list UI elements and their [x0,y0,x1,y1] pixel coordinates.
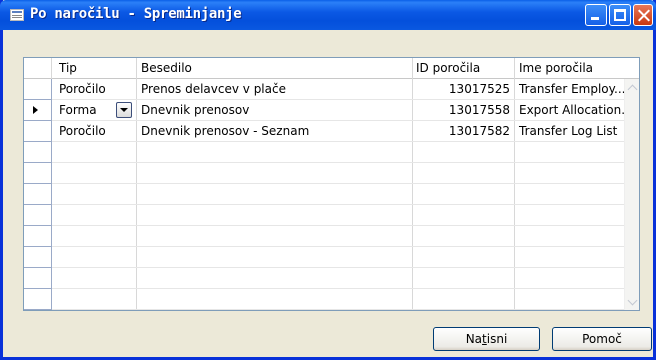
row-selector[interactable] [24,79,52,100]
cell-tip[interactable]: Forma [55,100,115,121]
cell-ime[interactable]: Transfer Log List [515,121,625,142]
cell-ime[interactable]: Transfer Employ... [515,79,625,100]
cell-besedilo[interactable]: Dnevnik prenosov [137,100,407,121]
dropdown-arrow-icon[interactable] [116,102,132,118]
print-label-start: Na [465,332,483,346]
cell-id[interactable]: 13017558 [412,100,514,121]
table-row[interactable]: Poročilo Prenos delavcev v plače 1301752… [24,79,625,100]
row-selector[interactable] [24,184,52,205]
empty-row[interactable] [24,205,624,226]
print-button[interactable]: Natisni [433,327,540,351]
cell-tip[interactable]: Poročilo [55,121,135,142]
col-header-ime[interactable]: Ime poročila [515,58,625,79]
table-row[interactable]: Poročilo Dnevnik prenosov - Seznam 13017… [24,121,624,142]
print-label-end: isni [486,332,508,346]
row-selector[interactable] [24,142,52,163]
reports-grid[interactable]: Tip Besedilo ID poročila Ime poročila Po… [23,57,640,311]
cell-id[interactable]: 13017582 [412,121,514,142]
cell-ime[interactable]: Export Allocation... [515,100,625,121]
title-bar[interactable]: Po naročilu - Spreminjanje [0,0,656,30]
row-selector[interactable] [24,205,52,226]
scroll-down-icon[interactable] [625,294,639,310]
empty-row[interactable] [24,184,624,205]
row-selector[interactable] [24,268,52,289]
col-header-besedilo[interactable]: Besedilo [137,58,407,79]
vertical-scrollbar[interactable] [624,79,639,310]
row-selector[interactable] [24,289,52,310]
table-row[interactable]: Forma Dnevnik prenosov 13017558 Export A… [24,100,625,121]
col-header-id[interactable]: ID poročila [412,58,512,79]
grid-header: Tip Besedilo ID poročila Ime poročila [24,58,639,79]
close-button[interactable] [633,4,653,26]
empty-row[interactable] [24,142,624,163]
help-button[interactable]: Pomoč [552,327,652,351]
row-selector[interactable] [24,247,52,268]
maximize-button[interactable] [609,4,631,26]
col-header-tip[interactable]: Tip [55,58,135,79]
header-corner [24,58,52,79]
window-title: Po naročilu - Spreminjanje [30,6,242,22]
row-selector[interactable] [24,226,52,247]
empty-row[interactable] [24,268,624,289]
minimize-button[interactable] [585,4,607,26]
row-selector[interactable] [24,100,52,121]
cell-id[interactable]: 13017525 [412,79,514,100]
row-selector[interactable] [24,163,52,184]
empty-row[interactable] [24,163,624,184]
cell-besedilo[interactable]: Dnevnik prenosov - Seznam [137,121,407,142]
empty-row[interactable] [24,289,624,310]
cell-besedilo[interactable]: Prenos delavcev v plače [137,79,407,100]
row-selector[interactable] [24,121,52,142]
current-row-arrow-icon [33,106,38,114]
scroll-up-icon[interactable] [625,80,639,96]
form-icon [10,9,24,21]
empty-row[interactable] [24,226,624,247]
empty-row[interactable] [24,247,624,268]
cell-tip[interactable]: Poročilo [55,79,135,100]
